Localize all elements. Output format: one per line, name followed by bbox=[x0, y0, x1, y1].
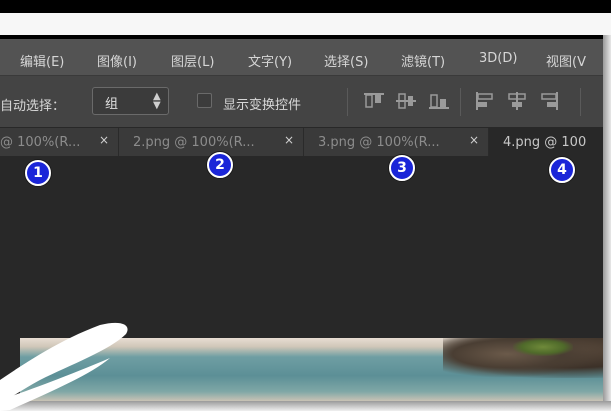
toolbar-divider bbox=[460, 88, 461, 116]
menu-edit[interactable]: 编辑(E) bbox=[20, 51, 64, 70]
marker-1: 1 bbox=[25, 160, 51, 186]
tab-1-label: @ 100%(R... bbox=[0, 135, 81, 150]
menu-filter[interactable]: 滤镜(T) bbox=[401, 51, 445, 70]
tab-1[interactable]: @ 100%(R... × bbox=[0, 128, 119, 156]
menu-view[interactable]: 视图(V bbox=[546, 51, 586, 70]
auto-select-dropdown[interactable]: 组 ▲ ▼ bbox=[92, 87, 169, 115]
show-transform-checkbox[interactable] bbox=[197, 93, 212, 108]
menu-image[interactable]: 图像(I) bbox=[97, 51, 137, 70]
window-shadow-right bbox=[603, 35, 611, 411]
auto-select-label: 自动选择： bbox=[0, 99, 66, 114]
tab-2-label: 2.png @ 100%(R... bbox=[133, 135, 255, 150]
menu-layer[interactable]: 图层(L) bbox=[171, 51, 214, 70]
menu-3d[interactable]: 3D(D) bbox=[479, 51, 517, 66]
auto-select-value: 组 bbox=[105, 97, 119, 112]
align-right-edges-icon[interactable] bbox=[538, 91, 560, 111]
show-transform-label: 显示变换控件 bbox=[223, 98, 302, 113]
align-bottom-edges-icon[interactable] bbox=[428, 91, 450, 111]
vegetation-region bbox=[513, 338, 573, 356]
document-tab-bar: @ 100%(R... × 2.png @ 100%(R... × 3.png … bbox=[0, 128, 603, 156]
close-icon[interactable]: × bbox=[284, 133, 294, 147]
close-icon[interactable]: × bbox=[99, 133, 109, 147]
redaction-scribble bbox=[0, 322, 128, 411]
menu-type[interactable]: 文字(Y) bbox=[248, 51, 292, 70]
tab-4-label: 4.png @ 100 bbox=[503, 135, 587, 150]
top-border bbox=[0, 0, 611, 13]
tab-3-label: 3.png @ 100%(R... bbox=[318, 135, 440, 150]
top-strip bbox=[0, 13, 611, 35]
align-horizontal-centers-icon[interactable] bbox=[506, 91, 528, 111]
options-bar: 自动选择： 组 ▲ ▼ 显示变换控件 bbox=[0, 75, 603, 127]
toolbar-divider bbox=[580, 88, 581, 116]
menu-select[interactable]: 选择(S) bbox=[324, 51, 368, 70]
tab-2[interactable]: 2.png @ 100%(R... × bbox=[119, 128, 304, 156]
screenshot-frame: 编辑(E) 图像(I) 图层(L) 文字(Y) 选择(S) 滤镜(T) 3D(D… bbox=[0, 0, 611, 411]
align-vertical-centers-icon[interactable] bbox=[395, 91, 417, 111]
menu-bar: 编辑(E) 图像(I) 图层(L) 文字(Y) 选择(S) 滤镜(T) 3D(D… bbox=[0, 39, 603, 75]
marker-3: 3 bbox=[389, 155, 415, 181]
align-top-edges-icon[interactable] bbox=[363, 91, 385, 111]
close-icon[interactable]: × bbox=[469, 133, 479, 147]
marker-2: 2 bbox=[207, 152, 233, 178]
toolbar-divider bbox=[347, 88, 348, 116]
align-left-edges-icon[interactable] bbox=[474, 91, 496, 111]
tab-4[interactable]: 4.png @ 100 bbox=[489, 128, 603, 156]
marker-4: 4 bbox=[549, 157, 575, 183]
updown-arrows-icon: ▲ ▼ bbox=[153, 91, 161, 111]
tab-3[interactable]: 3.png @ 100%(R... × bbox=[304, 128, 489, 156]
